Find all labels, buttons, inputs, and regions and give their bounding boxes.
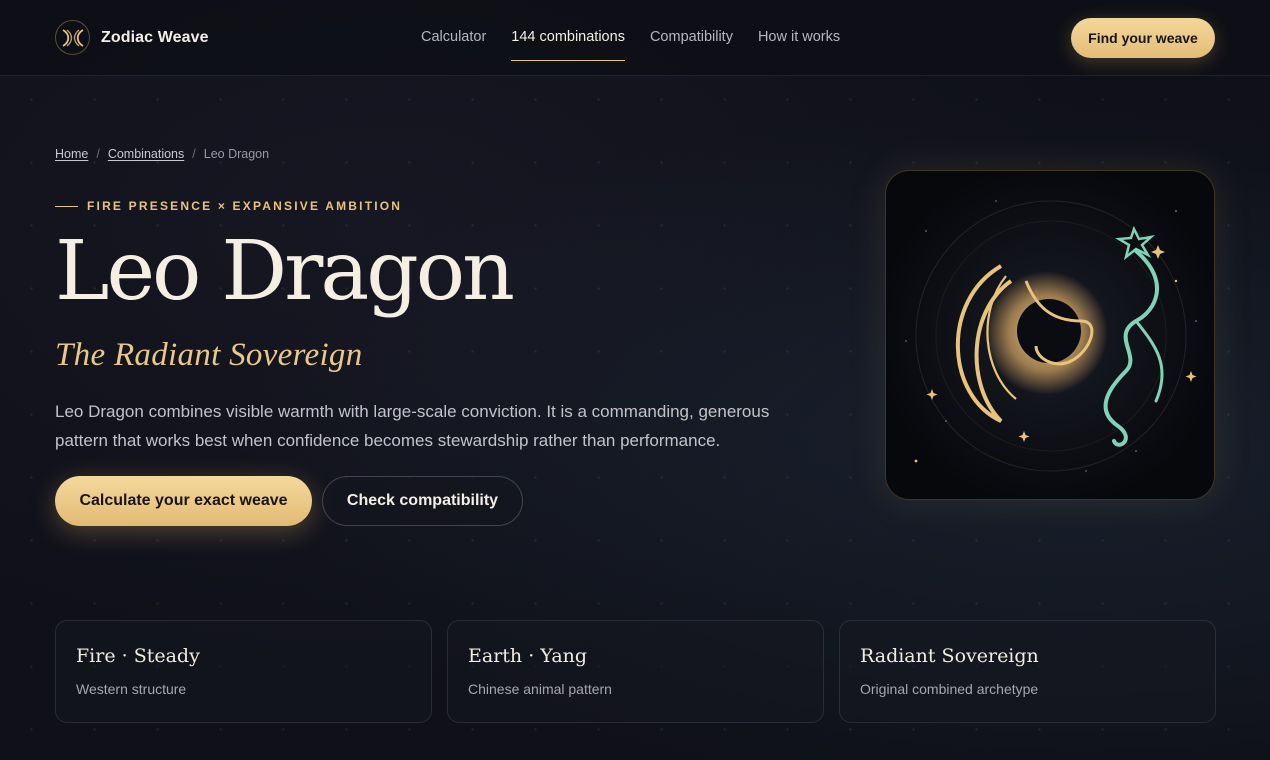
breadcrumb-home[interactable]: Home: [55, 147, 88, 161]
breadcrumb: Home / Combinations / Leo Dragon: [55, 147, 269, 161]
leo-dragon-illustration: [885, 170, 1215, 500]
breadcrumb-current: Leo Dragon: [203, 147, 270, 161]
eyebrow-text: FIRE PRESENCE × EXPANSIVE AMBITION: [87, 199, 403, 213]
archetype-subtitle: The Radiant Sovereign: [55, 337, 363, 373]
hero-eyebrow: FIRE PRESENCE × EXPANSIVE AMBITION: [55, 199, 402, 213]
trait-card-western: Fire · Steady Western structure: [55, 620, 432, 723]
trait-card-caption: Chinese animal pattern: [468, 681, 612, 697]
nav-combinations[interactable]: 144 combinations: [511, 29, 625, 61]
trait-card-title: Earth · Yang: [468, 645, 588, 667]
trait-cards: Fire · Steady Western structure Earth · …: [55, 620, 1216, 723]
page-title: Leo Dragon: [55, 224, 515, 319]
trait-card-caption: Original combined archetype: [860, 681, 1039, 697]
breadcrumb-separator: /: [96, 147, 100, 161]
breadcrumb-separator: /: [192, 147, 196, 161]
brand-name: Zodiac Weave: [101, 28, 209, 46]
nav-compatibility[interactable]: Compatibility: [650, 29, 733, 61]
check-compatibility-button[interactable]: Check compatibility: [322, 476, 523, 526]
eyebrow-rule: [55, 205, 78, 207]
trait-card-caption: Western structure: [76, 681, 187, 697]
find-your-weave-button[interactable]: Find your weave: [1071, 18, 1215, 58]
nav-calculator[interactable]: Calculator: [421, 29, 486, 61]
calculate-weave-button[interactable]: Calculate your exact weave: [55, 476, 312, 526]
hero-description: Leo Dragon combines visible warmth with …: [55, 402, 770, 450]
nav-how-it-works[interactable]: How it works: [758, 29, 840, 61]
weave-logo-icon: [55, 20, 90, 55]
site-header: Zodiac Weave Calculator 144 combinations…: [0, 0, 1270, 76]
brand-logo-link[interactable]: Zodiac Weave: [55, 20, 209, 55]
trait-card-archetype: Radiant Sovereign Original combined arch…: [839, 620, 1216, 723]
trait-card-title: Fire · Steady: [76, 645, 200, 667]
breadcrumb-combinations[interactable]: Combinations: [108, 147, 184, 161]
main-nav: Calculator 144 combinations Compatibilit…: [421, 29, 840, 61]
trait-card-title: Radiant Sovereign: [860, 645, 1039, 667]
trait-card-chinese: Earth · Yang Chinese animal pattern: [447, 620, 824, 723]
